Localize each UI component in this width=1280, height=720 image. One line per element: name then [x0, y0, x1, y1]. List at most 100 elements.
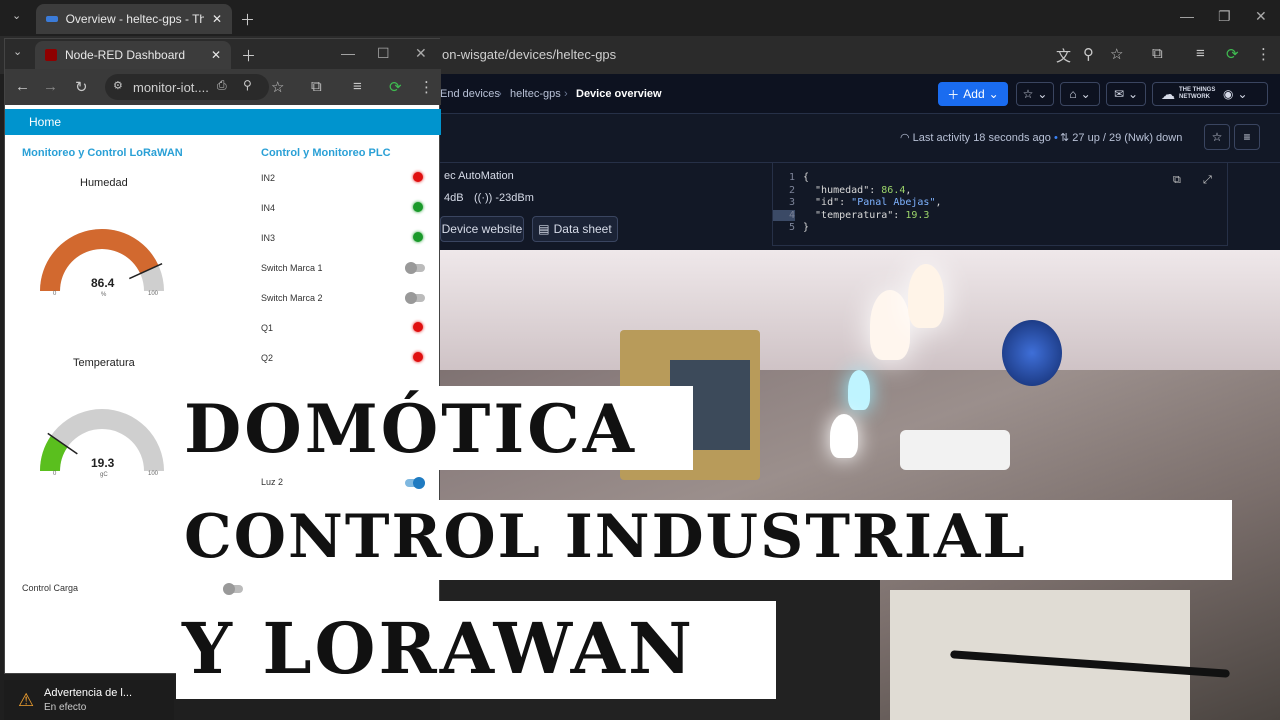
tag-icon: ⌂ — [1069, 87, 1077, 101]
minimize-icon[interactable]: — — [341, 45, 355, 61]
humidity-value: 86.4 — [91, 276, 115, 290]
notifications-button[interactable]: ✉ ⌄ — [1106, 82, 1146, 106]
plc-switch[interactable] — [405, 262, 425, 274]
hamburger-menu-button[interactable]: ≡ — [1234, 124, 1260, 150]
bookmarks-button[interactable]: ☆ ⌄ — [1016, 82, 1054, 106]
tab-list-icon[interactable]: ⌄ — [12, 9, 21, 22]
plc-label: IN4 — [261, 203, 276, 213]
translate-icon[interactable]: 文 — [1056, 45, 1071, 66]
light-bulb — [848, 370, 870, 410]
nodered-toolbar: ← → ↻ ⚙ monitor-iot.... ⎙ ⚲ ☆ ⧉ ≡ ⟳ ⋮ — [5, 69, 441, 105]
banner-line-2: CONTROL INDUSTRIAL — [184, 502, 1027, 572]
nodered-tabbar: ⌄ Node-RED Dashboard ✕ ＋ — ☐ ✕ — [5, 39, 441, 69]
tab-list-icon[interactable]: ⌄ — [13, 45, 22, 58]
media-icon[interactable]: ≡ — [1196, 45, 1205, 62]
device-website-button[interactable]: Device website — [440, 216, 524, 242]
copy-icon[interactable]: ⧉ — [1173, 174, 1181, 187]
chevron-down-icon: ⌄ — [1128, 87, 1139, 101]
extensions-icon[interactable]: ⧉ — [311, 78, 322, 95]
code-line: 5} — [773, 222, 809, 233]
breadcrumb-current: Device overview — [576, 88, 662, 100]
nodered-address-bar[interactable]: ⚙ monitor-iot.... ⎙ ⚲ — [105, 74, 269, 100]
status-led — [413, 202, 423, 212]
close-window-icon[interactable]: ✕ — [415, 45, 427, 62]
signal-icon: ((·)) — [474, 192, 493, 204]
back-url[interactable]: on-wisgate/devices/heltec-gps — [442, 47, 616, 62]
code-value: 19.3 — [905, 209, 930, 221]
tags-button[interactable]: ⌂ ⌄ — [1060, 82, 1100, 106]
line-number: 3 — [788, 197, 795, 208]
extensions-icon[interactable]: ⧉ — [1152, 45, 1163, 62]
new-tab-icon[interactable]: ＋ — [241, 45, 256, 66]
breadcrumb-device[interactable]: heltec-gps — [510, 88, 561, 100]
warning-icon: ⚠ — [18, 690, 35, 710]
plc-label: IN2 — [261, 173, 276, 183]
line-number: 4 — [773, 209, 795, 221]
plc-row: IN3 — [261, 229, 431, 249]
zoom-icon[interactable]: ⚲ — [243, 78, 252, 92]
rssi-readout: ((·)) -23dBm — [474, 192, 534, 204]
back-browser-tabbar: ⌄ Overview - heltec-gps - The Thi ✕ ＋ — … — [0, 0, 1280, 36]
bookmark-star-icon[interactable]: ☆ — [271, 78, 284, 96]
temperature-min: 0 — [53, 471, 57, 477]
add-button[interactable]: ＋ Add ⌄ — [938, 82, 1008, 106]
temperature-unit: gC — [100, 472, 108, 478]
chevron-down-icon: ⌄ — [1237, 87, 1248, 101]
title-banner-1: DOMÓTICA — [178, 386, 693, 470]
profile-extension-icon[interactable]: ⟳ — [1226, 45, 1239, 63]
forward-arrow-icon[interactable]: → — [43, 78, 58, 95]
favorite-button[interactable]: ☆ — [1204, 124, 1230, 150]
switch-knob — [405, 262, 417, 274]
reload-icon[interactable]: ↻ — [75, 78, 88, 96]
maximize-icon[interactable]: ❐ — [1218, 8, 1231, 25]
control-carga-switch[interactable] — [223, 583, 243, 595]
account-button[interactable]: ☁ THE THINGS NETWORK ◉ ⌄ — [1152, 82, 1268, 106]
dashboard-header: Home — [5, 109, 441, 135]
switch-knob — [223, 583, 235, 595]
code-line: 4 "temperatura": 19.3 — [773, 209, 930, 221]
activity-icon: ◠ — [900, 132, 910, 144]
close-icon[interactable]: ✕ — [212, 12, 222, 26]
new-tab-icon[interactable]: ＋ — [240, 9, 255, 30]
minimize-icon[interactable]: — — [1180, 8, 1194, 24]
title-banner-2: CONTROL INDUSTRIAL — [178, 500, 1232, 580]
star-icon: ☆ — [1022, 87, 1034, 101]
close-window-icon[interactable]: ✕ — [1255, 8, 1267, 25]
relay-module — [900, 430, 1010, 470]
profile-extension-icon[interactable]: ⟳ — [389, 78, 402, 96]
install-app-icon[interactable]: ⎙ — [217, 78, 227, 93]
taskbar-notification[interactable]: ⚠ Advertencia de l... En efecto — [4, 680, 174, 720]
line-number: 1 — [788, 172, 795, 183]
banner-line-3: Y LORAWAN — [182, 607, 695, 690]
plc-row[interactable]: Switch Marca 1 — [261, 259, 431, 279]
back-tab[interactable]: Overview - heltec-gps - The Thi ✕ — [36, 4, 232, 34]
code-line: 2 "humedad": 86.4, — [773, 185, 911, 196]
menu-dots-icon[interactable]: ⋮ — [419, 78, 434, 96]
traffic-counter: ⇅ 27 up / 29 (Nwk) down — [1060, 131, 1182, 144]
plus-icon: ＋ — [947, 87, 960, 102]
breadcrumb-end-devices[interactable]: End devices — [440, 88, 500, 100]
site-info-icon[interactable]: ⚙ — [113, 79, 123, 92]
chevron-down-icon: ⌄ — [1080, 87, 1091, 101]
nodered-tab[interactable]: Node-RED Dashboard ✕ — [35, 41, 231, 69]
back-arrow-icon[interactable]: ← — [15, 78, 30, 95]
zoom-icon[interactable]: ⚲ — [1083, 45, 1094, 63]
close-icon[interactable]: ✕ — [211, 48, 221, 62]
bookmark-star-icon[interactable]: ☆ — [1110, 45, 1123, 63]
title-banner-3: Y LORAWAN — [176, 601, 776, 699]
expand-icon[interactable]: ⤢ — [1203, 174, 1212, 187]
hamburger-icon: ≡ — [1243, 130, 1251, 144]
nodered-url: monitor-iot.... — [133, 80, 209, 95]
brand-name: THE THINGS NETWORK — [1179, 87, 1216, 100]
luz2-switch[interactable] — [405, 477, 425, 489]
media-icon[interactable]: ≡ — [353, 78, 362, 95]
maximize-icon[interactable]: ☐ — [377, 45, 390, 62]
traffic-text: 27 up / 29 (Nwk) down — [1072, 132, 1183, 144]
menu-dots-icon[interactable]: ⋮ — [1256, 45, 1271, 63]
plc-switch[interactable] — [405, 292, 425, 304]
data-sheet-button[interactable]: ▤ Data sheet — [532, 216, 618, 242]
plc-label: Q1 — [261, 323, 274, 333]
plc-row[interactable]: Switch Marca 2 — [261, 289, 431, 309]
code-punct: , — [935, 197, 942, 208]
nav-home[interactable]: Home — [29, 115, 61, 129]
